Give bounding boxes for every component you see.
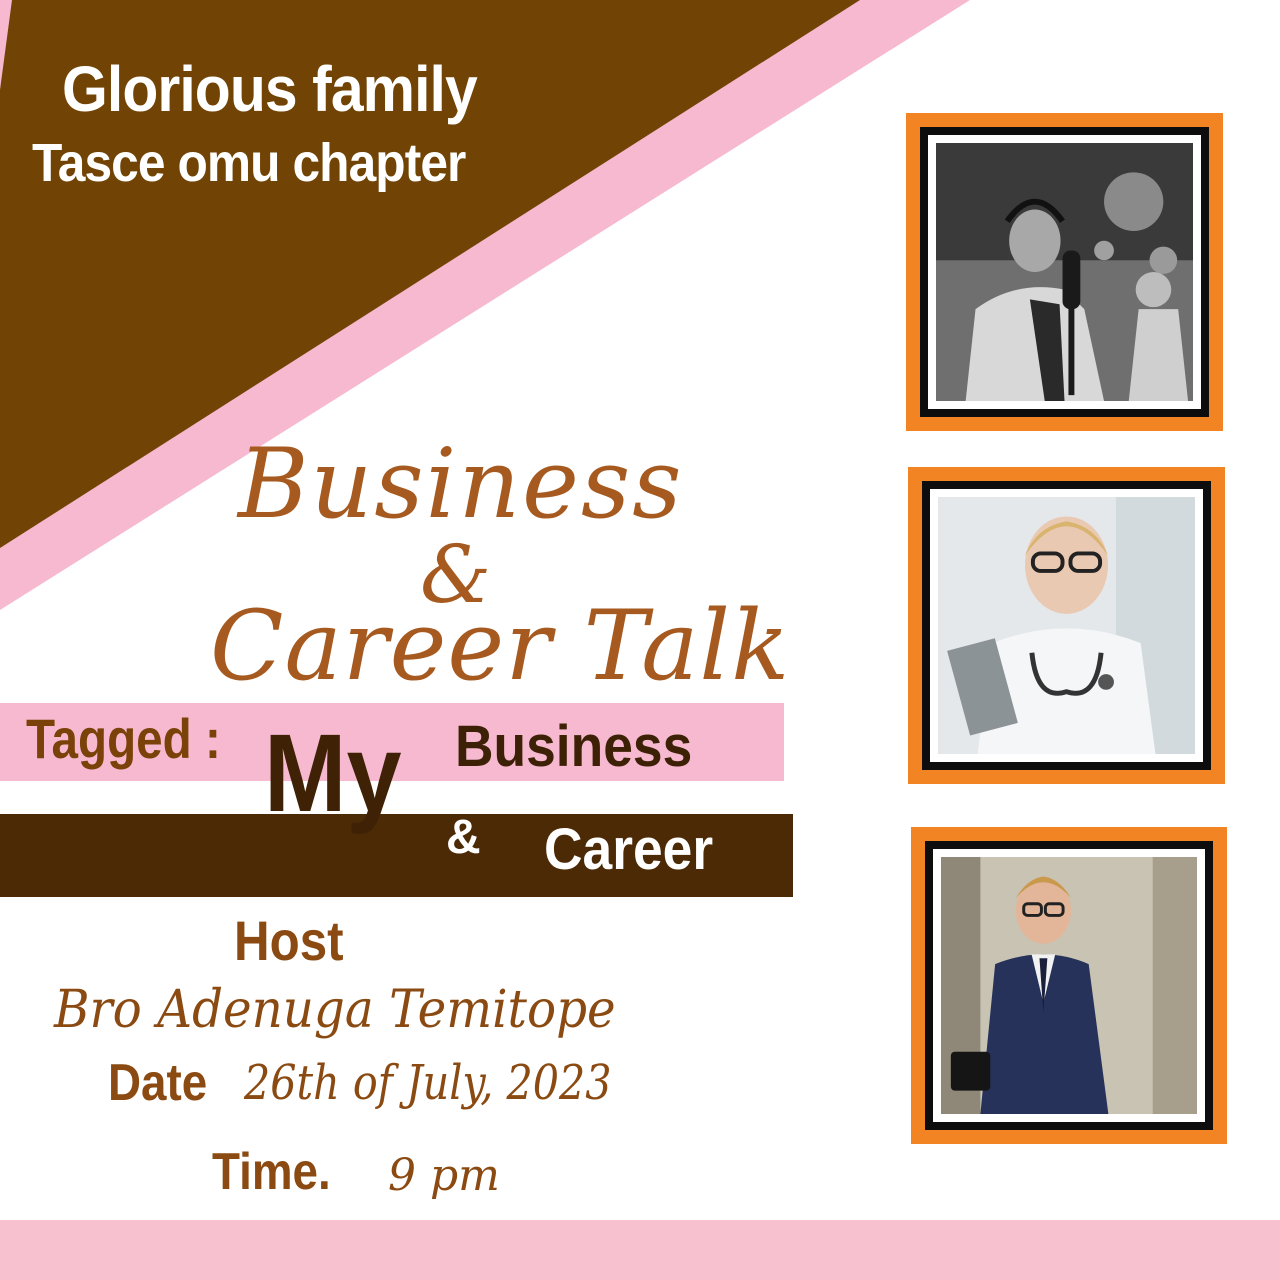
tagline-my: My (264, 712, 402, 835)
photo-frame-2 (908, 467, 1225, 784)
tagged-label: Tagged : (26, 707, 221, 770)
photo-frame-1 (906, 113, 1223, 431)
tagline-career: Career (544, 817, 714, 882)
host-label: Host (234, 909, 344, 972)
podcaster-photo (936, 143, 1193, 401)
tagline-business: Business (455, 714, 693, 779)
date-value: 26th of July, 2023 (244, 1055, 612, 1111)
organization-chapter: Tasce omu chapter (32, 133, 466, 193)
host-name: Bro Adenuga Temitope (54, 980, 616, 1040)
title-business: Business (238, 428, 684, 540)
organization-name: Glorious family (62, 53, 478, 125)
time-value: 9 pm (388, 1150, 500, 1201)
doctor-photo (938, 497, 1195, 754)
businessman-photo (941, 857, 1197, 1114)
footer-pink-band (0, 1220, 1280, 1280)
photo-frame-3 (911, 827, 1227, 1144)
date-label: Date (108, 1054, 208, 1112)
tagline-ampersand: & (446, 811, 481, 864)
time-label: Time. (212, 1143, 331, 1201)
title-career-talk: Career Talk (210, 590, 791, 702)
